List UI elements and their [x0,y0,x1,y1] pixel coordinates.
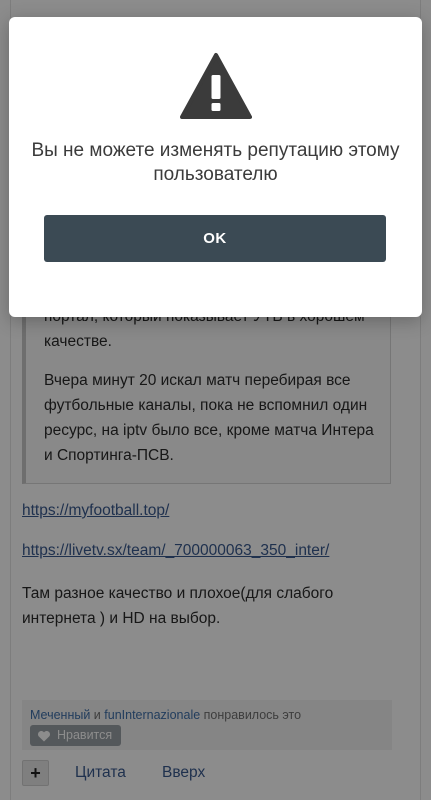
alert-message: Вы не можете изменять репутацию этому по… [31,140,400,185]
ok-button[interactable]: OK [44,215,386,262]
alert-dialog: Вы не можете изменять репутацию этому по… [9,17,422,317]
warning-icon [180,53,252,119]
